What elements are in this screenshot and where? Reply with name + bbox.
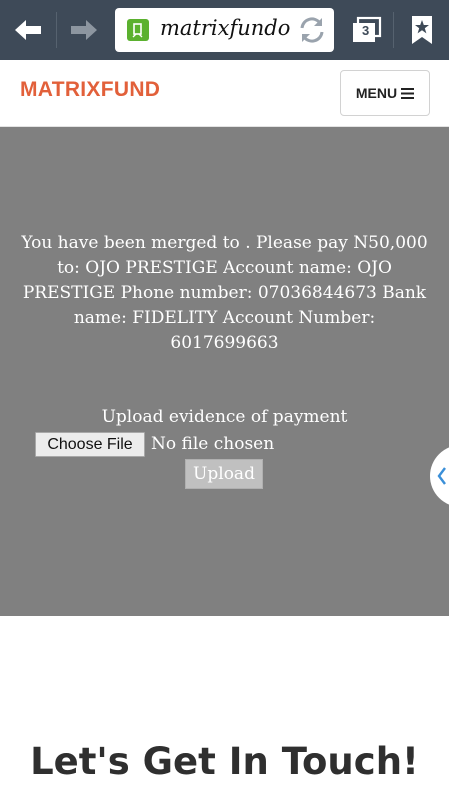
browser-toolbar: matrixfundo 3 (0, 0, 449, 60)
url-text[interactable]: matrixfundo (160, 16, 290, 40)
chevron-left-icon (437, 467, 446, 485)
toolbar-divider (393, 12, 394, 48)
file-status: No file chosen (151, 434, 275, 454)
toolbar-divider (56, 12, 57, 48)
contact-heading: Let's Get In Touch! (30, 740, 419, 783)
forward-button[interactable] (60, 6, 108, 54)
arrow-right-icon (71, 20, 97, 40)
payment-section: You have been merged to . Please pay N50… (0, 127, 449, 616)
site-header: MATRIXFUND MENU (0, 60, 449, 127)
arrow-left-icon (15, 20, 41, 40)
upload-button[interactable]: Upload (185, 459, 263, 489)
menu-label: MENU (355, 85, 398, 101)
bookmark-button[interactable] (399, 6, 445, 54)
hamburger-icon (401, 87, 415, 99)
reload-button[interactable] (296, 14, 328, 46)
address-bar[interactable]: matrixfundo (115, 8, 334, 52)
side-panel-toggle[interactable] (430, 445, 449, 507)
choose-file-button[interactable]: Choose File (35, 432, 145, 457)
brand-logo[interactable]: MATRIXFUND (20, 78, 160, 102)
back-button[interactable] (4, 6, 52, 54)
tab-count: 3 (362, 23, 370, 38)
site-favicon (127, 19, 149, 41)
merge-message: You have been merged to . Please pay N50… (21, 233, 428, 353)
upload-label: Upload evidence of payment (101, 407, 348, 427)
bookmark-star-icon (412, 16, 432, 44)
reload-icon (300, 17, 324, 43)
tabs-button[interactable]: 3 (343, 6, 391, 54)
menu-button[interactable]: MENU (340, 70, 430, 116)
